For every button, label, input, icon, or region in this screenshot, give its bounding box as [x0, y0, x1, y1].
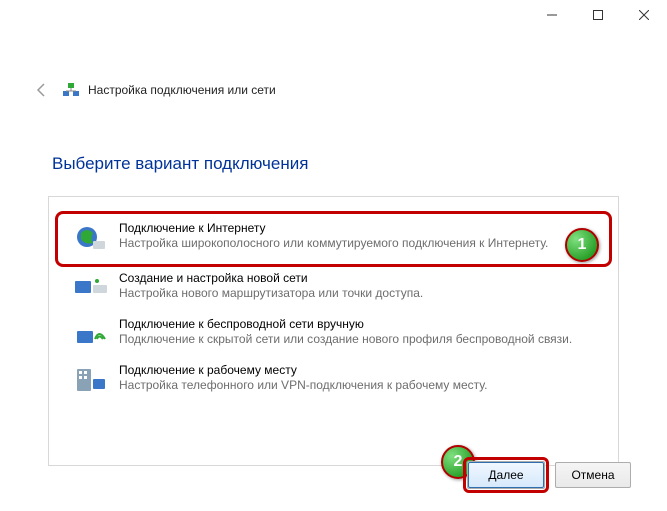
header: Настройка подключения или сети [0, 34, 667, 110]
annotation-marker-1: 1 [565, 228, 599, 262]
network-wizard-window: Настройка подключения или сети Выберите … [0, 0, 667, 511]
globe-icon [73, 221, 109, 257]
content-area: Выберите вариант подключения Подключение… [0, 154, 667, 466]
next-button-wrap: Далее [467, 461, 545, 489]
back-arrow-icon[interactable] [28, 76, 56, 104]
next-button[interactable]: Далее [468, 462, 544, 488]
network-icon [62, 81, 80, 99]
option-desc: Настройка нового маршрутизатора или точк… [119, 286, 594, 300]
window-title: Настройка подключения или сети [88, 83, 276, 97]
maximize-button[interactable] [575, 0, 621, 30]
option-title: Создание и настройка новой сети [119, 271, 594, 285]
option-desc: Настройка телефонного или VPN-подключени… [119, 378, 594, 392]
option-title: Подключение к рабочему месту [119, 363, 594, 377]
titlebar [0, 0, 667, 34]
option-title: Подключение к беспроводной сети вручную [119, 317, 594, 331]
option-workplace[interactable]: Подключение к рабочему месту Настройка т… [57, 359, 610, 403]
option-create-network[interactable]: Создание и настройка новой сети Настройк… [57, 267, 610, 311]
option-connect-internet[interactable]: Подключение к Интернету Настройка широко… [57, 213, 610, 265]
router-icon [73, 271, 109, 307]
minimize-button[interactable] [529, 0, 575, 30]
options-list: Подключение к Интернету Настройка широко… [48, 196, 619, 466]
page-heading: Выберите вариант подключения [52, 154, 623, 174]
workplace-icon [73, 363, 109, 399]
option-wireless-manual[interactable]: Подключение к беспроводной сети вручную … [57, 313, 610, 357]
wifi-icon [73, 317, 109, 353]
option-title: Подключение к Интернету [119, 221, 594, 235]
footer-buttons: Далее Отмена [467, 461, 631, 489]
option-desc: Настройка широкополосного или коммутируе… [119, 236, 594, 250]
cancel-button[interactable]: Отмена [555, 462, 631, 488]
option-desc: Подключение к скрытой сети или создание … [119, 332, 594, 346]
close-button[interactable] [621, 0, 667, 30]
